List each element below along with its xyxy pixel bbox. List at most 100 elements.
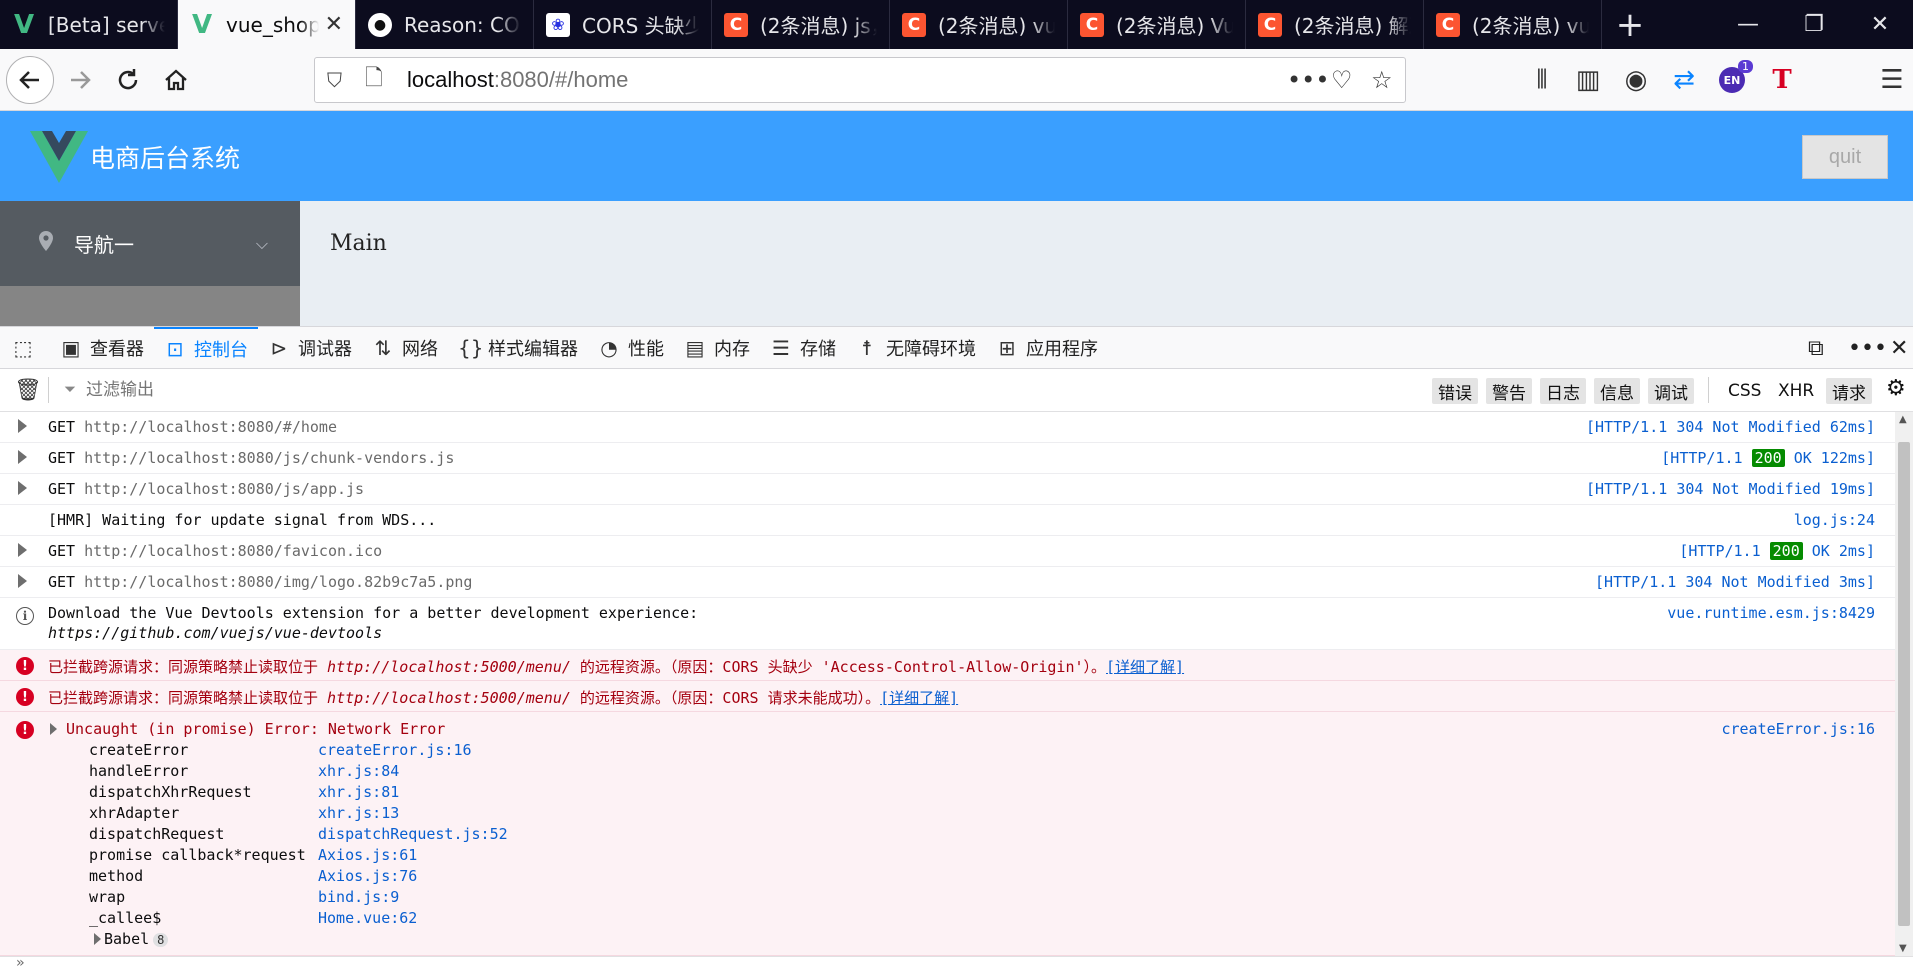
request-url[interactable]: http://localhost:8080/img/logo.82b9c7a5.…: [84, 573, 472, 591]
babel-group[interactable]: Babel 8: [104, 930, 169, 948]
more-options-icon[interactable]: •••: [1848, 327, 1887, 369]
tab-accessibility[interactable]: ☨ 无障碍环境: [846, 327, 986, 369]
learn-more-link[interactable]: [详细了解]: [880, 689, 958, 707]
filter-css-button[interactable]: CSS: [1722, 378, 1767, 404]
trash-icon[interactable]: 🗑: [14, 378, 42, 403]
url-text[interactable]: localhost:8080/#/home: [407, 67, 628, 93]
tab-style-editor[interactable]: {} 样式编辑器: [448, 327, 588, 369]
request-url[interactable]: http://localhost:8080/js/app.js: [84, 480, 364, 498]
filter-requests-button[interactable]: 请求: [1826, 378, 1872, 404]
stack-location-link[interactable]: bind.js:9: [318, 888, 399, 906]
sidebar-icon[interactable]: ▥: [1566, 56, 1610, 104]
stack-location-link[interactable]: dispatchRequest.js:52: [318, 825, 508, 843]
stack-location-link[interactable]: xhr.js:13: [318, 804, 399, 822]
restore-icon[interactable]: ❐: [1781, 0, 1847, 49]
close-devtools-icon[interactable]: ✕: [1890, 327, 1908, 369]
tab-debugger[interactable]: ⊳ 调试器: [258, 327, 362, 369]
request-status[interactable]: [HTTP/1.1 304 Not Modified 19ms]: [1586, 480, 1875, 498]
minimize-icon[interactable]: —: [1715, 0, 1781, 49]
expand-arrow-icon[interactable]: [18, 543, 27, 557]
filter-xhr-button[interactable]: XHR: [1772, 378, 1820, 404]
learn-more-link[interactable]: [详细了解]: [1106, 658, 1184, 676]
address-bar[interactable]: ⛉ 🗋 localhost:8080/#/home ••• ♡ ☆: [314, 57, 1406, 103]
page-actions-icon[interactable]: •••: [1287, 58, 1329, 102]
filter-debug-button[interactable]: 调试: [1648, 378, 1694, 404]
network-request-row[interactable]: GET http://localhost:8080/img/logo.82b9c…: [0, 567, 1895, 598]
network-request-row[interactable]: GET http://localhost:8080/js/chunk-vendo…: [0, 443, 1895, 474]
stack-location-link[interactable]: Axios.js:76: [318, 867, 417, 885]
expand-arrow-icon[interactable]: [18, 450, 27, 464]
bookmark-star-icon[interactable]: ☆: [1371, 58, 1393, 102]
window-close-icon[interactable]: ✕: [1847, 0, 1913, 49]
home-button[interactable]: [152, 56, 200, 104]
network-request-row[interactable]: GET http://localhost:8080/favicon.ico [H…: [0, 536, 1895, 567]
expand-arrow-icon[interactable]: [18, 481, 27, 495]
tab-network[interactable]: ⇅ 网络: [362, 327, 448, 369]
settings-gear-icon[interactable]: ⚙: [1880, 375, 1912, 401]
uncaught-error-text[interactable]: Uncaught (in promise) Error: Network Err…: [66, 720, 445, 738]
request-url[interactable]: http://localhost:8080/js/chunk-vendors.j…: [84, 449, 454, 467]
browser-tab-active[interactable]: V vue_shop2 ✕: [178, 0, 356, 49]
back-button[interactable]: [6, 56, 54, 104]
info-source-link[interactable]: vue.runtime.esm.js:8429: [1667, 604, 1875, 622]
stack-location-link[interactable]: Axios.js:61: [318, 846, 417, 864]
request-status[interactable]: [HTTP/1.1 200 OK 122ms]: [1661, 449, 1875, 467]
tab-console[interactable]: ⊡ 控制台: [154, 326, 258, 369]
close-icon[interactable]: ✕: [325, 12, 343, 37]
filter-input[interactable]: [62, 375, 1362, 405]
request-status[interactable]: [HTTP/1.1 304 Not Modified 62ms]: [1586, 418, 1875, 436]
sync-icon[interactable]: ⇄: [1662, 56, 1706, 104]
browser-tab[interactable]: V [Beta] serve -: [0, 0, 178, 49]
new-tab-button[interactable]: +: [1602, 0, 1658, 49]
pocket-icon[interactable]: ♡: [1331, 58, 1353, 102]
browser-tab[interactable]: ● Reason: CORS: [356, 0, 534, 49]
translate-extension-icon[interactable]: EN 1: [1710, 56, 1754, 104]
expand-arrow-icon[interactable]: [18, 574, 27, 588]
tab-application[interactable]: ⊞ 应用程序: [986, 327, 1108, 369]
page-icon[interactable]: 🗋: [365, 61, 395, 99]
request-status[interactable]: [HTTP/1.1 304 Not Modified 3ms]: [1595, 573, 1875, 591]
element-picker-icon[interactable]: ⬚: [0, 327, 50, 369]
stack-location-link[interactable]: createError.js:16: [318, 741, 472, 759]
sidebar-item-nav-one[interactable]: 导航一 ⌵: [0, 201, 300, 286]
tab-memory[interactable]: ▤ 内存: [674, 327, 760, 369]
expand-arrow-icon[interactable]: [18, 419, 27, 433]
tab-inspector[interactable]: ▣ 查看器: [50, 327, 154, 369]
stack-location-link[interactable]: xhr.js:84: [318, 762, 399, 780]
scroll-up-icon[interactable]: ▲: [1899, 414, 1907, 425]
filter-warnings-button[interactable]: 警告: [1486, 378, 1532, 404]
tab-performance[interactable]: ◔ 性能: [588, 327, 674, 369]
forward-button[interactable]: [56, 56, 104, 104]
menu-icon[interactable]: ☰: [1870, 56, 1913, 104]
scroll-down-icon[interactable]: ▼: [1899, 943, 1907, 954]
browser-tab[interactable]: C (2条消息) 解决: [1246, 0, 1424, 49]
filter-errors-button[interactable]: 错误: [1432, 378, 1478, 404]
shield-icon[interactable]: ⛉: [327, 68, 357, 92]
filter-logs-button[interactable]: 日志: [1540, 378, 1586, 404]
quit-button[interactable]: quit: [1802, 135, 1888, 179]
stack-location-link[interactable]: xhr.js:81: [318, 783, 399, 801]
network-request-row[interactable]: GET http://localhost:8080/js/app.js [HTT…: [0, 474, 1895, 505]
filter-info-button[interactable]: 信息: [1594, 378, 1640, 404]
stack-location-link[interactable]: Home.vue:62: [318, 909, 417, 927]
log-source-link[interactable]: log.js:24: [1794, 511, 1875, 529]
request-url[interactable]: http://localhost:8080/favicon.ico: [84, 542, 382, 560]
browser-tab[interactable]: C (2条消息) js，: [712, 0, 890, 49]
reload-button[interactable]: [104, 56, 152, 104]
info-text-line2[interactable]: https://github.com/vuejs/vue-devtools: [48, 624, 382, 642]
browser-tab[interactable]: C (2条消息) vue: [1424, 0, 1602, 49]
request-url[interactable]: http://localhost:8080/#/home: [84, 418, 337, 436]
expand-arrow-icon[interactable]: [50, 723, 57, 735]
network-request-row[interactable]: GET http://localhost:8080/#/home [HTTP/1…: [0, 412, 1895, 443]
t-extension-icon[interactable]: T: [1760, 56, 1804, 104]
browser-tab[interactable]: ❀ CORS 头缺少: [534, 0, 712, 49]
expand-arrow-icon[interactable]: [94, 933, 101, 945]
browser-tab[interactable]: C (2条消息) vue: [890, 0, 1068, 49]
library-icon[interactable]: ⫴: [1520, 56, 1564, 104]
account-icon[interactable]: ◉: [1614, 56, 1658, 104]
console-scrollbar[interactable]: ▲ ▼: [1895, 412, 1913, 956]
dock-icon[interactable]: ⧉: [1808, 327, 1824, 369]
console-input[interactable]: »: [0, 955, 1913, 971]
scrollbar-thumb[interactable]: [1898, 442, 1910, 926]
request-status[interactable]: [HTTP/1.1 200 OK 2ms]: [1679, 542, 1875, 560]
